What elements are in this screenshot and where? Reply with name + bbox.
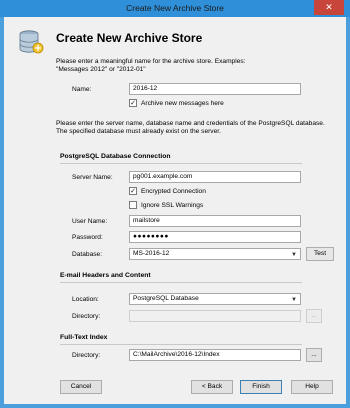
headers-section-title: E-mail Headers and Content [60, 272, 151, 279]
chevron-down-icon: ▼ [291, 252, 297, 258]
headers-browse-button[interactable]: ... [306, 309, 322, 323]
dialog-body: Create New Archive Store Please enter a … [4, 17, 346, 404]
encrypted-connection-checkbox-box[interactable]: ✓ [129, 187, 137, 195]
title-bar[interactable]: Create New Archive Store ✕ [0, 0, 350, 17]
finish-button[interactable]: Finish [240, 380, 282, 394]
user-name-input[interactable]: mailstore [129, 215, 301, 227]
name-label: Name: [72, 86, 92, 93]
archive-new-checkbox-box[interactable]: ✓ [129, 99, 137, 107]
help-button[interactable]: Help [291, 380, 333, 394]
server-intro-line1: Please enter the server name, database n… [56, 120, 325, 127]
database-select[interactable]: MS-2016-12 ▼ [129, 248, 301, 260]
page-heading: Create New Archive Store [56, 31, 203, 45]
ignore-ssl-label: Ignore SSL Warnings [141, 201, 204, 209]
cancel-button[interactable]: Cancel [60, 380, 102, 394]
encrypted-connection-checkbox[interactable]: ✓ Encrypted Connection [129, 187, 206, 195]
window-title: Create New Archive Store [126, 3, 224, 13]
close-button[interactable]: ✕ [314, 0, 344, 15]
location-label: Location: [72, 296, 99, 303]
test-button[interactable]: Test [306, 247, 334, 261]
fulltext-section-separator [60, 344, 302, 345]
headers-directory-input[interactable] [129, 310, 301, 322]
postgres-section-separator [60, 163, 302, 164]
fulltext-directory-label: Directory: [72, 352, 101, 359]
fulltext-section-title: Full-Text Index [60, 334, 108, 341]
location-select[interactable]: PostgreSQL Database ▼ [129, 293, 301, 305]
archive-new-checkbox[interactable]: ✓ Archive new messages here [129, 99, 224, 107]
password-label: Password: [72, 234, 103, 241]
encrypted-connection-label: Encrypted Connection [141, 187, 206, 195]
ignore-ssl-checkbox[interactable]: Ignore SSL Warnings [129, 201, 203, 209]
archive-new-checkbox-label: Archive new messages here [141, 99, 224, 107]
server-intro-line2: The specified database must already exis… [56, 128, 221, 135]
user-name-label: User Name: [72, 218, 108, 225]
fulltext-directory-input[interactable]: C:\MailArchive\2016-12\Index [129, 349, 301, 361]
postgres-section-title: PostgreSQL Database Connection [60, 153, 171, 160]
back-button[interactable]: < Back [191, 380, 233, 394]
chevron-down-icon: ▼ [291, 297, 297, 303]
dialog-window: Create New Archive Store ✕ Create New Ar… [0, 0, 350, 408]
location-select-value: PostgreSQL Database [133, 295, 199, 302]
ignore-ssl-checkbox-box[interactable] [129, 201, 137, 209]
server-name-input[interactable]: pg001.example.com [129, 171, 301, 183]
database-select-value: MS-2016-12 [133, 250, 170, 257]
name-input[interactable]: 2016-12 [129, 83, 301, 95]
password-input[interactable]: ●●●●●●●● [129, 231, 301, 243]
database-label: Database: [72, 251, 103, 258]
database-icon [19, 30, 44, 54]
fulltext-browse-button[interactable]: ... [306, 348, 322, 362]
intro-text-line2: "Messages 2012" or "2012-01" [56, 66, 146, 73]
server-name-label: Server Name: [72, 174, 113, 181]
headers-section-separator [60, 282, 302, 283]
intro-text-line1: Please enter a meaningful name for the a… [56, 58, 246, 65]
headers-directory-label: Directory: [72, 313, 101, 320]
